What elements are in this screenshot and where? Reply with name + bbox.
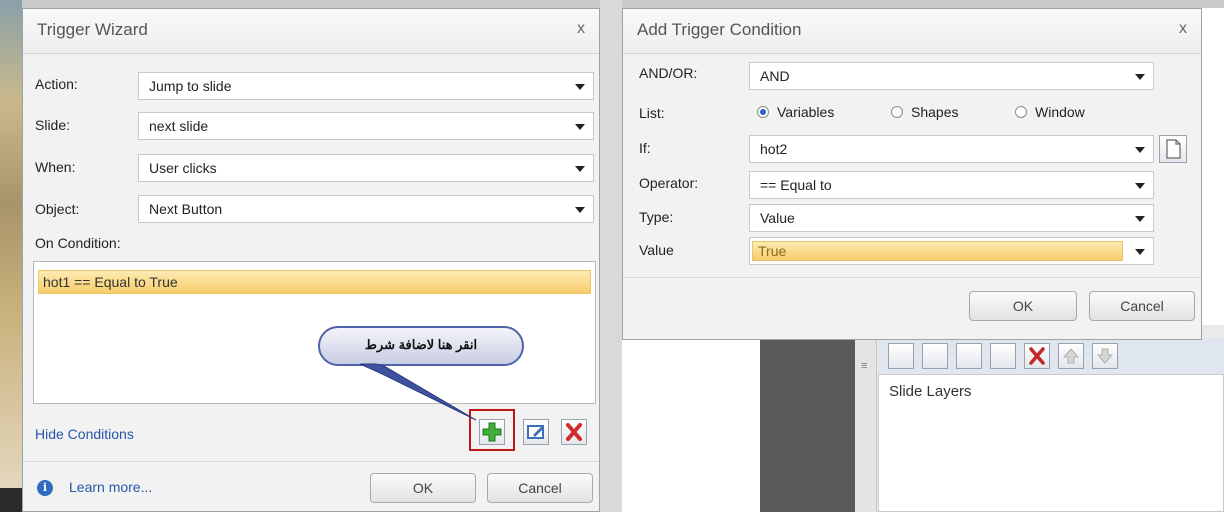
chevron-down-icon (1135, 216, 1145, 222)
andor-label: AND/OR: (639, 65, 698, 81)
close-icon[interactable]: x (1179, 20, 1187, 38)
operator-value: == Equal to (760, 177, 832, 193)
operator-label: Operator: (639, 175, 699, 191)
dialog-title: Add Trigger Condition (637, 20, 802, 39)
andor-value: AND (760, 68, 790, 84)
value-select[interactable]: True (749, 237, 1154, 265)
variables-radio[interactable] (757, 106, 769, 118)
type-label: Type: (639, 209, 674, 225)
chevron-down-icon (1135, 183, 1145, 189)
if-value: hot2 (760, 141, 788, 157)
new-variable-button[interactable] (1159, 135, 1187, 163)
type-select[interactable]: Value (749, 204, 1154, 232)
cancel-button[interactable]: Cancel (1089, 291, 1195, 321)
if-select[interactable]: hot2 (749, 135, 1154, 163)
chevron-down-icon (1135, 147, 1145, 153)
chevron-down-icon (1135, 249, 1145, 255)
list-label: List: (639, 105, 665, 121)
ok-button[interactable]: OK (969, 291, 1077, 321)
operator-select[interactable]: == Equal to (749, 171, 1154, 199)
value-value: True (758, 243, 787, 259)
footer-divider (623, 277, 1201, 278)
value-highlight (752, 241, 1123, 261)
chevron-down-icon (1135, 74, 1145, 80)
variables-radio-label[interactable]: Variables (777, 104, 834, 120)
shapes-radio[interactable] (891, 106, 903, 118)
window-radio[interactable] (1015, 106, 1027, 118)
new-document-icon (1166, 139, 1181, 159)
value-label: Value (639, 242, 674, 258)
type-value: Value (760, 210, 795, 226)
if-label: If: (639, 140, 651, 156)
shapes-radio-label[interactable]: Shapes (911, 104, 958, 120)
andor-select[interactable]: AND (749, 62, 1154, 90)
add-condition-titlebar: Add Trigger Condition x (623, 9, 1201, 54)
window-radio-label[interactable]: Window (1035, 104, 1085, 120)
add-trigger-condition-dialog: Add Trigger Condition x AND/OR: AND List… (622, 8, 1202, 340)
